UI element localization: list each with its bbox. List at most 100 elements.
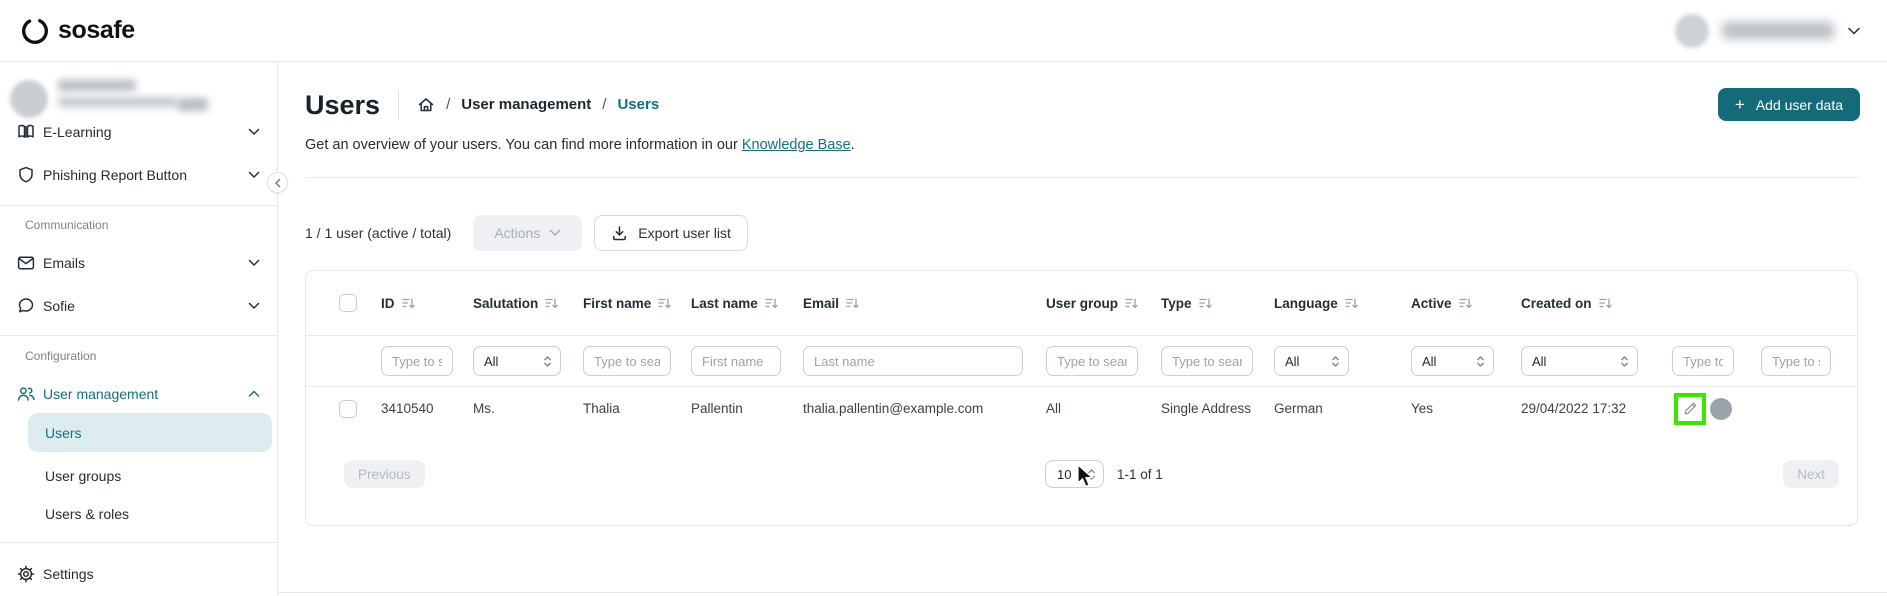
sidebar-item-phishing-report-button[interactable]: Phishing Report Button (0, 156, 277, 194)
add-user-data-button[interactable]: + Add user data (1717, 88, 1860, 121)
sidebar-item-emails[interactable]: Emails (0, 244, 277, 282)
divider (305, 177, 1860, 178)
sosafe-logo: sosafe (20, 16, 135, 46)
chevron-down-icon (550, 229, 561, 236)
page-size-value: 10 (1056, 466, 1072, 482)
plus-icon: + (1734, 95, 1745, 114)
sidebar-item-label: E-Learning (43, 124, 112, 140)
select-stepper-icon (1332, 355, 1339, 367)
column-header-first-name[interactable]: First name (583, 296, 691, 311)
sidebar-subitem-users[interactable]: Users (28, 413, 272, 452)
table-toolbar: 1 / 1 user (active / total) Actions Expo… (305, 215, 1860, 251)
sidebar-subitem-users-and-roles[interactable]: Users & roles (28, 494, 272, 533)
sidebar-collapse-button[interactable] (267, 172, 288, 193)
subtitle-period: . (850, 137, 855, 153)
extra-filter-input-2[interactable] (1761, 346, 1831, 376)
sidebar-item-label: Emails (43, 255, 86, 271)
salutation-filter-select[interactable]: All (473, 346, 561, 376)
sidebar-subitem-label: Users & roles (45, 505, 130, 522)
sidebar-subitem-label: Users (45, 424, 82, 441)
sort-icon (846, 297, 859, 308)
cell-first-name: Thalia (583, 401, 620, 416)
user-avatar (1675, 13, 1709, 48)
breadcrumb-users[interactable]: Users (617, 96, 659, 113)
sidebar-item-settings[interactable]: Settings (0, 555, 277, 593)
column-header-type[interactable]: Type (1161, 296, 1274, 311)
active-filter-select[interactable]: All (1411, 346, 1494, 376)
chevron-down-icon (248, 171, 260, 179)
home-icon[interactable] (417, 96, 435, 114)
created-on-filter-select[interactable]: All (1521, 346, 1638, 376)
type-filter-input[interactable] (1161, 346, 1253, 376)
subtitle-text: Get an overview of your users. You can f… (305, 137, 742, 153)
knowledge-base-link[interactable]: Knowledge Base (742, 137, 851, 153)
column-header-created-on[interactable]: Created on (1521, 296, 1664, 311)
edit-user-button-highlight (1674, 392, 1706, 425)
column-header-last-name[interactable]: Last name (691, 296, 803, 311)
table-row[interactable]: 3410540 Ms. Thalia Pallentin thalia.pall… (306, 386, 1857, 430)
first-name-filter-input[interactable] (583, 346, 671, 376)
export-user-list-button[interactable]: Export user list (594, 215, 748, 251)
column-header-user-group[interactable]: User group (1046, 296, 1161, 311)
sort-icon (545, 297, 559, 308)
column-header-email[interactable]: Email (803, 296, 1046, 311)
shield-icon (17, 166, 35, 184)
extra-filter-input-1[interactable] (1672, 346, 1734, 376)
actions-button[interactable]: Actions (473, 215, 583, 251)
divider (0, 335, 277, 336)
cell-type: Single Address (1161, 401, 1252, 416)
org-subtitle-blurred (58, 97, 177, 107)
language-filter-select[interactable]: All (1274, 346, 1349, 376)
org-avatar (10, 80, 48, 118)
select-all-checkbox[interactable] (339, 294, 357, 312)
column-label: Salutation (473, 295, 539, 311)
select-value: All (1422, 353, 1437, 369)
row-secondary-action-button[interactable] (1710, 397, 1732, 420)
org-badge-blurred (177, 98, 208, 111)
sidebar-item-sofie[interactable]: Sofie (0, 287, 277, 325)
users-icon (17, 385, 35, 403)
column-label: User group (1046, 295, 1119, 311)
user-count-text: 1 / 1 user (active / total) (305, 225, 452, 241)
sidebar: E-Learning Phishing Report Button Commun… (0, 62, 278, 596)
last-name-filter-input[interactable] (691, 346, 781, 376)
sidebar-nav: E-Learning Phishing Report Button Commun… (0, 122, 277, 596)
select-value: All (1532, 353, 1547, 369)
breadcrumb-separator: / (446, 96, 451, 113)
column-header-salutation[interactable]: Salutation (473, 296, 583, 311)
cell-language: German (1274, 401, 1323, 416)
breadcrumb-user-management[interactable]: User management (461, 96, 591, 113)
select-value: All (1285, 353, 1300, 369)
logo-text: sosafe (58, 16, 135, 44)
user-menu[interactable] (1675, 13, 1861, 48)
column-label: Type (1161, 295, 1192, 311)
pencil-icon (1684, 402, 1696, 415)
topbar: sosafe (0, 0, 1887, 62)
column-header-id[interactable]: ID (381, 296, 473, 311)
sidebar-item-elearning[interactable]: E-Learning (0, 122, 277, 151)
sosafe-logo-icon (21, 17, 49, 44)
pagination: Previous 10 1-1 of 1 Next (306, 460, 1857, 488)
cell-email: thalia.pallentin@example.com (803, 401, 984, 416)
sidebar-subitem-user-groups[interactable]: User groups (28, 456, 272, 495)
page-header: Users / User management / Users + Add us… (305, 88, 1860, 121)
sidebar-item-user-management[interactable]: User management (0, 375, 277, 413)
cell-salutation: Ms. (473, 401, 495, 416)
select-stepper-icon (544, 355, 551, 367)
org-name-blurred (58, 80, 136, 91)
email-filter-input[interactable] (803, 346, 1023, 376)
user-group-filter-input[interactable] (1046, 346, 1138, 376)
next-page-button[interactable]: Next (1783, 460, 1839, 488)
row-checkbox[interactable] (339, 399, 357, 418)
previous-page-button[interactable]: Previous (344, 460, 425, 488)
sidebar-item-label: User management (43, 386, 159, 402)
download-icon (613, 225, 627, 240)
page-size-select[interactable]: 10 (1044, 460, 1104, 488)
column-header-language[interactable]: Language (1274, 296, 1411, 311)
column-header-active[interactable]: Active (1411, 296, 1521, 311)
id-filter-input[interactable] (381, 346, 453, 376)
export-label: Export user list (638, 225, 731, 241)
chevron-left-icon (274, 178, 280, 187)
edit-user-button[interactable] (1678, 396, 1702, 421)
chevron-down-icon (248, 128, 260, 136)
